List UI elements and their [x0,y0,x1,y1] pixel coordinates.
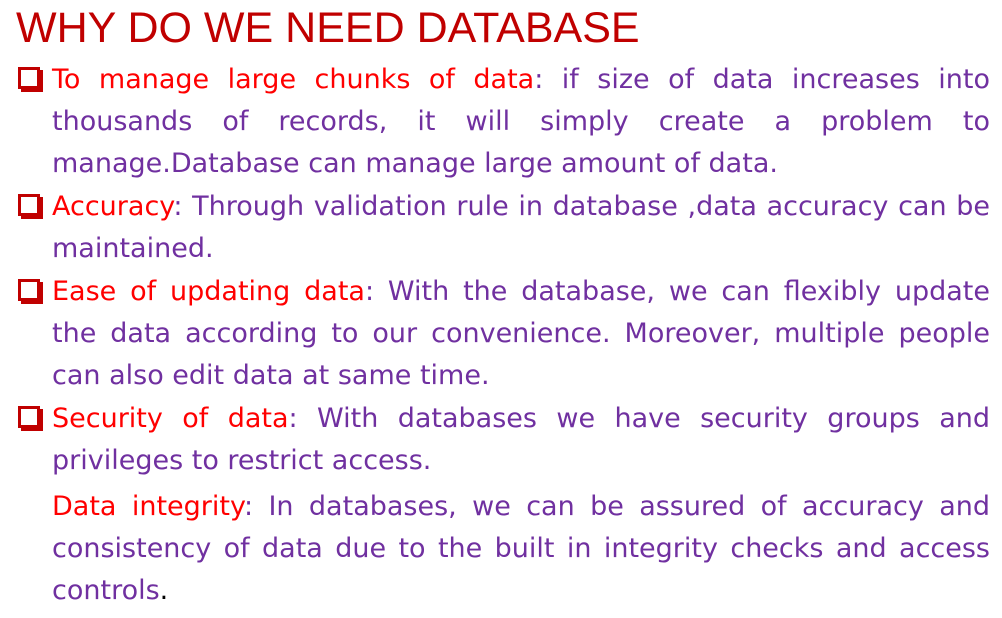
list-item-paragraph: Ease of updating data: With the database… [52,271,990,397]
slide: WHY DO WE NEED DATABASE To manage large … [0,0,1002,618]
slide-title: WHY DO WE NEED DATABASE [16,4,640,52]
checkbox-bullet-icon [18,406,40,428]
list-item-paragraph: Data integrity: In databases, we can be … [52,486,990,612]
item-term: Security of data [52,403,289,434]
item-term: Data integrity [52,491,244,522]
item-term: To manage large chunks of data [52,64,535,95]
item-end-period: . [159,575,169,606]
checkbox-bullet-icon [18,279,40,301]
checkbox-bullet-icon [18,67,40,89]
list-item-paragraph: To manage large chunks of data: if size … [52,59,990,185]
item-term: Accuracy [52,191,174,222]
item-term: Ease of updating data [52,276,365,307]
list-item-paragraph: Accuracy: Through validation rule in dat… [52,186,990,270]
list-item-paragraph: Security of data: With databases we have… [52,398,990,482]
item-text: : Through validation rule in database ,d… [52,191,990,264]
checkbox-bullet-icon [18,194,40,216]
